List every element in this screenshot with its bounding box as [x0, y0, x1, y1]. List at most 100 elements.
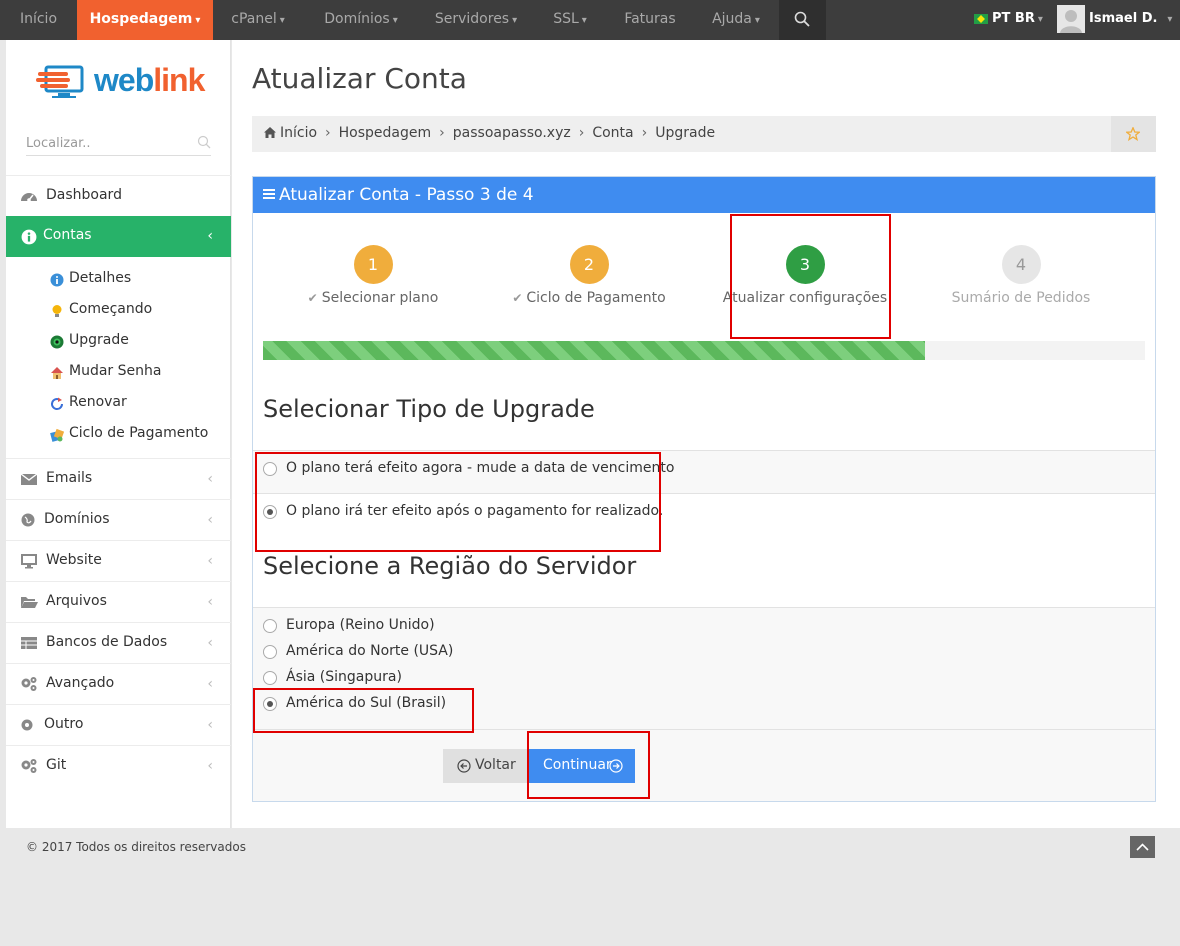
sidebar-item-emails[interactable]: Emails ‹	[6, 458, 231, 499]
envelope-icon	[20, 473, 38, 485]
info-circle-icon	[21, 229, 37, 245]
chevron-down-icon: ▾	[512, 15, 518, 26]
gear-icon	[21, 719, 33, 731]
breadcrumb-inicio[interactable]: Início	[280, 125, 317, 141]
nav-cpanel-label: cPanel	[231, 11, 277, 27]
sidebar-item-arquivos[interactable]: Arquivos ‹	[6, 581, 231, 622]
home-icon	[264, 127, 276, 138]
back-to-top-button[interactable]	[1130, 836, 1155, 858]
chevron-down-icon: ▾	[195, 15, 201, 26]
region-label: Europa (Reino Unido)	[286, 617, 435, 633]
breadcrumb-conta[interactable]: Conta	[592, 125, 633, 141]
payment-cycle-icon	[50, 428, 64, 442]
region-option-europa[interactable]: Europa (Reino Unido)	[253, 617, 653, 637]
submenu-item-label: Renovar	[69, 394, 127, 410]
sidebar-item-dashboard[interactable]: Dashboard	[6, 175, 231, 216]
logo-text: weblink	[94, 62, 205, 99]
nav-ssl-label: SSL	[553, 11, 579, 27]
submenu-item-label: Ciclo de Pagamento	[69, 425, 209, 441]
sidebar-search-input[interactable]	[26, 132, 186, 155]
sidebar-item-website[interactable]: Website ‹	[6, 540, 231, 581]
sidebar-item-label: Avançado	[46, 675, 115, 691]
chevron-down-icon: ▾	[1167, 14, 1173, 25]
language-selector[interactable]: PT BR ▾	[974, 0, 1043, 40]
chevron-down-icon: ▾	[581, 15, 587, 26]
radio-region-europa[interactable]	[263, 619, 277, 633]
dashboard-gauge-icon	[21, 193, 37, 202]
copyright-text: © 2017 Todos os direitos reservados	[26, 840, 246, 854]
back-button[interactable]: Voltar	[443, 749, 527, 783]
page-title: Atualizar Conta	[252, 62, 467, 95]
region-option-america-norte[interactable]: América do Norte (USA)	[253, 643, 653, 663]
highlight-upgrade-type	[255, 452, 661, 552]
weblink-logo[interactable]: weblink	[36, 62, 206, 102]
highlight-region	[253, 688, 474, 733]
sidebar-item-bancos-de-dados[interactable]: Bancos de Dados ‹	[6, 622, 231, 663]
panel-title: Atualizar Conta - Passo 3 de 4	[279, 185, 534, 205]
info-icon	[50, 273, 64, 287]
breadcrumb-hospedagem[interactable]: Hospedagem	[339, 125, 432, 141]
breadcrumb-domain[interactable]: passoapasso.xyz	[453, 125, 571, 141]
breadcrumb-separator-icon: ›	[578, 125, 585, 141]
nav-dominios-label: Domínios	[324, 11, 390, 27]
desktop-monitor-icon	[21, 554, 37, 569]
region-label: América do Norte (USA)	[286, 643, 454, 659]
chevron-left-icon: ‹	[207, 594, 213, 610]
progress-bar	[263, 341, 1145, 360]
nav-search-button[interactable]	[779, 0, 826, 40]
step-number: 4	[1001, 245, 1041, 284]
highlight-step-3	[730, 214, 891, 339]
sidebar-item-contas[interactable]: Contas ‹	[6, 216, 231, 257]
avatar	[1057, 5, 1085, 33]
breadcrumb-separator-icon: ›	[439, 125, 445, 141]
radio-region-asia[interactable]	[263, 671, 277, 685]
house-lock-icon	[51, 367, 63, 379]
chevron-left-icon: ‹	[207, 228, 213, 244]
sidebar-item-label: Bancos de Dados	[46, 634, 168, 650]
region-title: Selecione a Região do Servidor	[263, 552, 637, 580]
sidebar-item-avancado[interactable]: Avançado ‹	[6, 663, 231, 704]
chevron-down-icon: ▾	[279, 15, 285, 26]
nav-hospedagem[interactable]: Hospedagem ▾	[77, 0, 213, 47]
nav-ssl[interactable]: SSL ▾	[533, 0, 607, 40]
highlight-continue	[527, 731, 650, 799]
step-label: Sumário de Pedidos	[951, 290, 1091, 306]
nav-servidores-label: Servidores	[434, 11, 510, 27]
nav-inicio[interactable]: Início	[0, 0, 77, 40]
panel-actions: Voltar Continuar	[253, 729, 1155, 801]
brazil-flag-icon	[974, 13, 988, 24]
menu-bars-icon	[263, 189, 275, 199]
database-table-icon	[21, 637, 37, 649]
search-icon[interactable]	[197, 135, 211, 149]
back-button-label: Voltar	[475, 757, 516, 773]
submenu-item-label: Upgrade	[69, 332, 129, 348]
progress-bar-fill	[263, 341, 925, 360]
nav-cpanel[interactable]: cPanel ▾	[213, 0, 303, 40]
sidebar-item-label: Git	[46, 757, 67, 773]
check-icon: ✔	[512, 291, 523, 305]
nav-faturas[interactable]: Faturas	[607, 0, 693, 40]
sidebar-item-label: Outro	[44, 716, 84, 732]
chevron-down-icon: ▾	[754, 15, 760, 26]
favorite-button[interactable]	[1111, 116, 1156, 152]
nav-servidores[interactable]: Servidores ▾	[419, 0, 533, 40]
sidebar-item-dominios[interactable]: Domínios ‹	[6, 499, 231, 540]
logo-text-link: link	[153, 62, 205, 98]
sidebar-item-git[interactable]: Git ‹	[6, 745, 231, 786]
step-4: 4 Sumário de Pedidos	[921, 245, 1121, 306]
lightbulb-icon	[52, 305, 62, 317]
submenu-item-label: Começando	[69, 301, 153, 317]
step-number: 1	[353, 245, 393, 284]
nav-dominios[interactable]: Domínios ▾	[303, 0, 419, 40]
nav-ajuda[interactable]: Ajuda ▾	[693, 0, 779, 40]
sidebar-item-label: Arquivos	[46, 593, 107, 609]
breadcrumb-separator-icon: ›	[325, 125, 331, 141]
region-option-asia[interactable]: Ásia (Singapura)	[253, 669, 653, 689]
radio-region-america-norte[interactable]	[263, 645, 277, 659]
nav-hospedagem-label: Hospedagem	[89, 11, 193, 27]
chevron-down-icon: ▾	[1037, 14, 1043, 25]
chevron-left-icon: ‹	[207, 512, 213, 528]
sidebar-item-outro[interactable]: Outro ‹	[6, 704, 231, 745]
arrow-left-circle-icon	[457, 759, 471, 773]
search-icon	[794, 11, 810, 27]
